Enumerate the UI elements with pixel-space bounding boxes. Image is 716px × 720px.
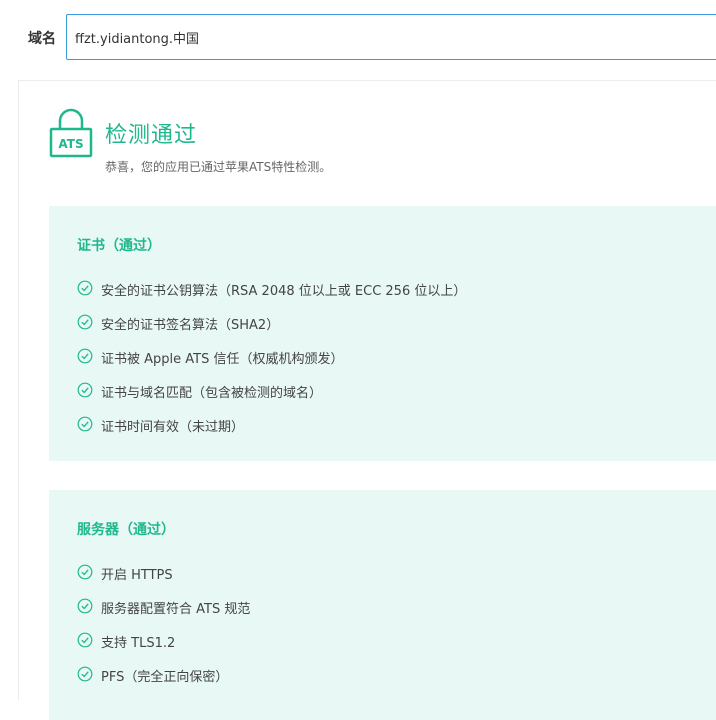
check-circle-icon [77,598,93,614]
check-item-label: 安全的证书签名算法（SHA2） [101,318,280,333]
domain-form: 域名 [0,0,716,80]
check-circle-icon [77,382,93,398]
certificate-section-title: 证书（通过） [77,238,161,254]
result-subtitle: 恭喜，您的应用已通过苹果ATS特性检测。 [105,160,332,174]
check-item-label: 服务器配置符合 ATS 规范 [101,602,251,617]
check-circle-icon [77,314,93,330]
check-circle-icon [77,632,93,648]
ats-icon-text: ATS [58,137,83,151]
domain-input[interactable] [66,14,716,60]
check-item-label: 证书被 Apple ATS 信任（权威机构颁发） [101,352,344,367]
check-item-label: 安全的证书公钥算法（RSA 2048 位以上或 ECC 256 位以上） [101,284,467,299]
result-title: 检测通过 [105,123,198,148]
check-circle-icon [77,348,93,364]
check-item-label: PFS（完全正向保密） [101,670,229,685]
check-item-label: 支持 TLS1.2 [101,636,176,651]
check-circle-icon [77,280,93,296]
lock-ats-icon: ATS [49,108,93,158]
check-item-label: 证书与域名匹配（包含被检测的域名） [101,386,323,401]
check-circle-icon [77,666,93,682]
check-circle-icon [77,416,93,432]
result-panel: ATS 检测通过 恭喜，您的应用已通过苹果ATS特性检测。 证书（通过） 安全的… [18,80,716,720]
server-section-title: 服务器（通过） [77,522,175,538]
check-item-label: 开启 HTTPS [101,568,173,583]
check-circle-icon [77,564,93,580]
domain-label: 域名 [28,31,56,47]
server-section: 服务器（通过） 开启 HTTPS 服务器配置符合 ATS 规范 支持 TLS1.… [49,490,716,720]
certificate-section: 证书（通过） 安全的证书公钥算法（RSA 2048 位以上或 ECC 256 位… [49,206,716,461]
check-item-label: 证书时间有效（未过期） [101,420,245,435]
